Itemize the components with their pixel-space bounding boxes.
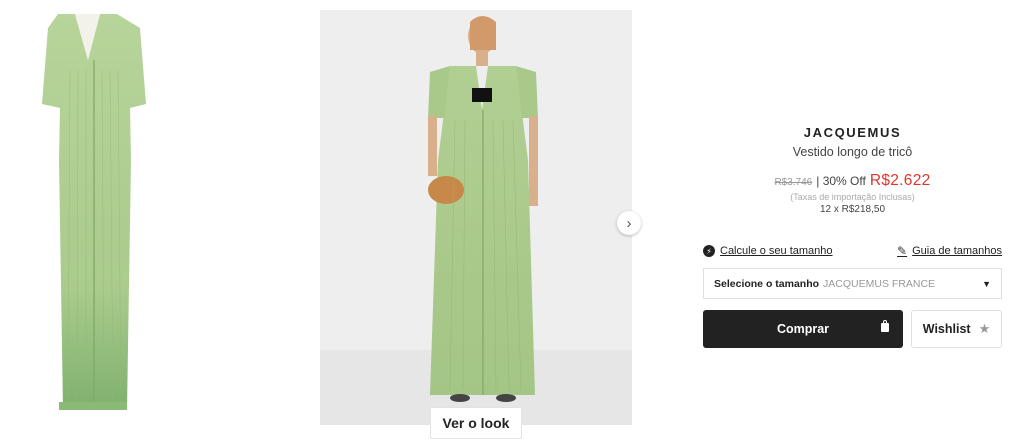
dress-flat-illustration [42, 14, 146, 410]
dress-model-illustration [320, 16, 632, 425]
size-guide-label: Guia de tamanhos [912, 245, 1002, 257]
product-image-flat[interactable] [0, 0, 190, 432]
product-name: Vestido longo de tricô [792, 145, 913, 159]
price-row: R$3.746 | 30% Off R$2.622 [703, 172, 1002, 190]
product-image-model[interactable] [320, 10, 632, 425]
discount-label: | 30% Off [816, 174, 866, 188]
installments: 12 x R$218,50 [819, 204, 886, 215]
star-icon: ★ [978, 321, 991, 336]
shopping-bag-icon [881, 320, 889, 332]
size-links: ⚡ Calcule o seu tamanho ✎ Guia de tamanh… [703, 244, 1002, 258]
wishlist-button-label: Wishlist [922, 322, 971, 336]
brand-name[interactable]: JACQUEMUS [703, 125, 1002, 140]
buy-button[interactable]: Comprar [703, 310, 903, 348]
old-price: R$3.746 [774, 177, 813, 188]
buy-button-label: Comprar [776, 322, 830, 336]
size-guide-link[interactable]: ✎ Guia de tamanhos [897, 244, 1002, 258]
caret-down-icon: ▼ [982, 278, 991, 289]
size-select[interactable]: Selecione o tamanho JACQUEMUS FRANCE ▼ [703, 268, 1002, 299]
bolt-icon: ⚡ [703, 245, 715, 257]
calculate-size-link[interactable]: ⚡ Calcule o seu tamanho [703, 244, 833, 258]
product-info: JACQUEMUS Vestido longo de tricô R$3.746… [703, 122, 1002, 215]
ruler-icon: ✎ [897, 244, 908, 258]
current-price: R$2.622 [869, 172, 931, 189]
carousel-next-button[interactable]: › [617, 211, 641, 235]
size-select-label: Selecione o tamanho [714, 277, 820, 290]
size-select-value: JACQUEMUS FRANCE [823, 277, 936, 290]
wishlist-button[interactable]: Wishlist ★ [911, 310, 1002, 348]
tax-note: (Taxas de importação Inclusas) [790, 192, 915, 202]
view-look-button[interactable]: Ver o look [430, 407, 522, 439]
calculate-size-label: Calcule o seu tamanho [720, 245, 833, 257]
chevron-right-icon: › [626, 214, 632, 232]
